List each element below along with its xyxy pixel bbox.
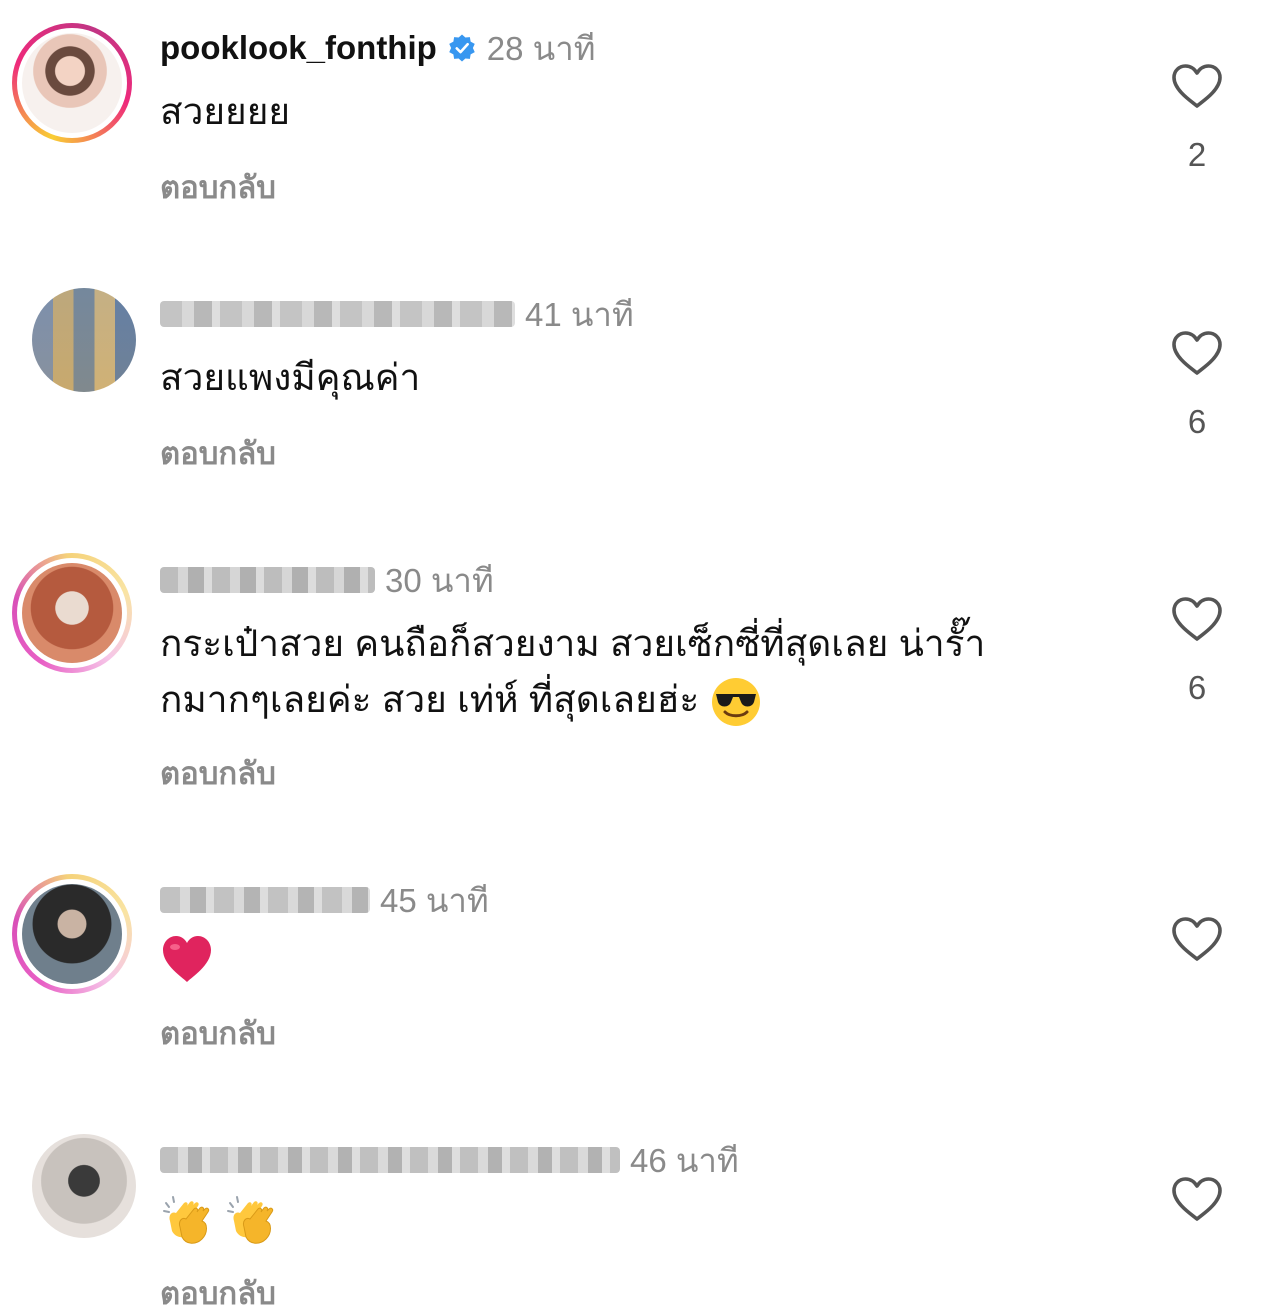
comment-text: กระเป๋าสวย คนถือก็สวยงาม สวยเซ็กซี่ที่สุ… bbox=[160, 616, 985, 728]
comment-text: สวยยยย bbox=[160, 91, 291, 132]
reply-button[interactable]: ตอบกลับ bbox=[160, 428, 276, 478]
comment-time: 30 นาที bbox=[385, 561, 494, 599]
red-heart-emoji bbox=[163, 936, 211, 983]
avatar-story-ring[interactable] bbox=[12, 874, 132, 994]
username-blurred[interactable] bbox=[160, 301, 515, 327]
avatar bbox=[22, 884, 122, 984]
heart-outline-icon[interactable] bbox=[1170, 595, 1224, 643]
reply-button[interactable]: ตอบกลับ bbox=[160, 162, 276, 212]
avatar-story-ring[interactable] bbox=[12, 553, 132, 673]
avatar-story-ring[interactable] bbox=[12, 23, 132, 143]
avatar bbox=[22, 563, 122, 663]
reply-button[interactable]: ตอบกลับ bbox=[160, 1008, 276, 1058]
comment-header: 41 นาที bbox=[160, 292, 634, 336]
username-blurred[interactable] bbox=[160, 887, 370, 913]
comment-text: สวยแพงมีคุณค่า bbox=[160, 357, 421, 398]
like-count: 2 bbox=[1187, 136, 1207, 173]
comment-time: 46 นาที bbox=[630, 1141, 739, 1179]
verified-badge-icon bbox=[449, 34, 475, 62]
username-blurred[interactable] bbox=[160, 567, 375, 593]
heart-outline-icon[interactable] bbox=[1170, 915, 1224, 963]
comment-header: 45 นาที bbox=[160, 878, 489, 922]
reply-button[interactable]: ตอบกลับ bbox=[160, 1268, 276, 1311]
comment-text bbox=[160, 930, 214, 987]
comment-text-line: กระเป๋าสวย คนถือก็สวยงาม สวยเซ็กซี่ที่สุ… bbox=[160, 623, 986, 664]
clapping-hands-emoji bbox=[227, 1196, 274, 1244]
avatar[interactable] bbox=[32, 288, 136, 392]
comment-time: 45 นาที bbox=[380, 881, 489, 919]
heart-outline-icon[interactable] bbox=[1170, 329, 1224, 377]
comment-time: 28 นาที bbox=[486, 29, 596, 67]
comment-time: 41 นาที bbox=[525, 295, 634, 333]
avatar bbox=[22, 33, 122, 133]
comment-header: pooklook_fonthip 28 นาที bbox=[160, 26, 596, 70]
smiling-face-with-sunglasses-emoji bbox=[711, 678, 760, 727]
comment-text bbox=[160, 1190, 278, 1247]
username[interactable]: pooklook_fonthip bbox=[160, 29, 437, 67]
like-count: 6 bbox=[1187, 669, 1207, 706]
username-blurred[interactable] bbox=[160, 1147, 620, 1173]
clapping-hands-emoji bbox=[163, 1196, 210, 1244]
heart-outline-icon[interactable] bbox=[1170, 1175, 1224, 1223]
comment-text-line: กมากๆเลยค่ะ สวย เท่ห์ ที่สุดเลยฮ่ะ bbox=[160, 672, 985, 728]
comment-text-fragment: กมากๆเลยค่ะ สวย เท่ห์ ที่สุดเลยฮ่ะ bbox=[160, 679, 700, 720]
avatar[interactable] bbox=[32, 1134, 136, 1238]
comment-header: 30 นาที bbox=[160, 558, 494, 602]
heart-outline-icon[interactable] bbox=[1170, 62, 1224, 110]
comment-header: 46 นาที bbox=[160, 1138, 739, 1182]
like-count: 6 bbox=[1187, 403, 1207, 440]
reply-button[interactable]: ตอบกลับ bbox=[160, 748, 276, 798]
